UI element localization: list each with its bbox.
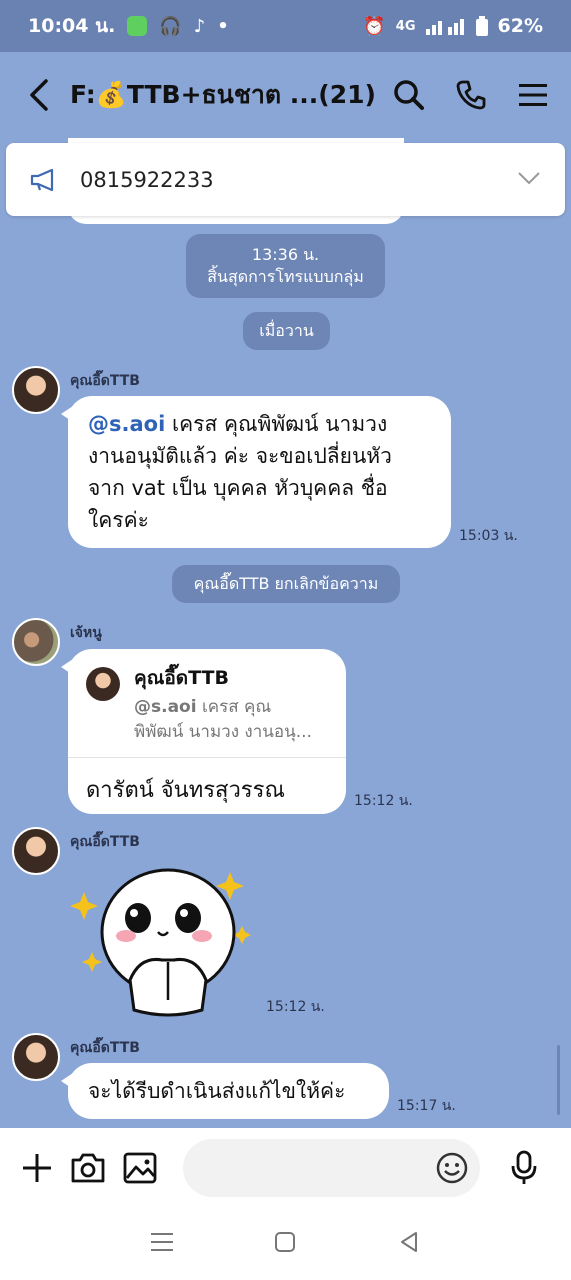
home-icon — [275, 1232, 296, 1252]
avatar[interactable] — [12, 618, 60, 666]
battery-icon — [475, 16, 488, 36]
recent-apps-icon — [150, 1233, 173, 1251]
home-button[interactable] — [274, 1231, 296, 1257]
quoted-message[interactable]: คุณอี๊ดTTB @s.aoi เครส คุณ พิพัฒน์ นามวง… — [68, 649, 346, 758]
message-time: 15:03 น. — [459, 528, 518, 544]
sender-name: คุณอี๊ดTTB — [70, 834, 140, 850]
sender-name: คุณอี๊ดTTB — [70, 1040, 140, 1056]
network-type: 4G — [395, 18, 416, 34]
phone-icon — [456, 80, 486, 110]
image-button[interactable] — [119, 1144, 161, 1192]
message-time: 15:12 น. — [266, 999, 325, 1015]
quoted-line: พิพัฒน์ นามวง งานอนุ... — [134, 722, 312, 742]
scrollbar[interactable] — [557, 1045, 560, 1115]
chat-header: F:💰TTB+ธนชาต ...(21) — [0, 52, 571, 138]
emoji-button[interactable] — [436, 1152, 468, 1184]
date-separator: เมื่อวาน — [243, 312, 330, 350]
status-time: 10:04 น. — [28, 15, 116, 37]
search-button[interactable] — [389, 75, 429, 115]
chevron-down-icon — [518, 172, 540, 185]
message-line: ใครค่ะ — [88, 508, 149, 532]
call-ended-text: สิ้นสุดการโทรแบบกลุ่ม — [207, 267, 364, 286]
back-button[interactable] — [18, 73, 62, 117]
chevron-left-icon — [30, 79, 48, 111]
mention[interactable]: @s.aoi — [88, 412, 165, 436]
emoji-icon — [436, 1152, 467, 1184]
status-bar: 10:04 น. 🎧 ♪ • ⏰ 4G 62% — [0, 0, 571, 52]
quoted-sender: คุณอี๊ดTTB — [134, 667, 229, 689]
nav-back-icon — [401, 1232, 418, 1252]
expand-announcement-button[interactable] — [517, 170, 541, 189]
message-text: จะได้รีบดำเนินส่งแก้ไขให้ค่ะ — [88, 1079, 346, 1103]
image-icon — [123, 1152, 157, 1184]
search-icon — [394, 80, 424, 110]
alarm-icon: ⏰ — [363, 15, 386, 37]
camera-button[interactable] — [68, 1144, 110, 1192]
unsent-notice: คุณอี๊ดTTB ยกเลิกข้อความ — [172, 565, 400, 603]
battery-level: 62% — [497, 15, 543, 37]
quoted-line: เครส คุณ — [196, 697, 272, 717]
hamburger-icon — [519, 84, 547, 106]
message-bubble[interactable]: จะได้รีบดำเนินส่งแก้ไขให้ค่ะ — [61, 1063, 389, 1119]
message-text: @s.aoi เครส คุณพิพัฒน์ นามวง งานอนุมัติแ… — [68, 396, 451, 548]
mic-icon — [511, 1150, 537, 1184]
unsent-text: คุณอี๊ดTTB ยกเลิกข้อความ — [193, 574, 379, 593]
message-time: 15:17 น. — [397, 1098, 456, 1114]
sender-name: คุณอี๊ดTTB — [70, 373, 140, 389]
nav-back-button[interactable] — [398, 1231, 420, 1257]
message-line: งานอนุมัติแล้ว ค่ะ จะขอเปลี่ยนหัว — [88, 444, 392, 468]
plus-icon — [22, 1154, 51, 1182]
announcement-banner[interactable]: 0815922233 — [6, 143, 565, 216]
chat-title: F:💰TTB+ธนชาต ...(21) — [70, 80, 376, 109]
message-input-bar — [0, 1128, 571, 1208]
call-ended-notice: 13:36 น. สิ้นสุดการโทรแบบกลุ่ม — [186, 234, 385, 298]
message-line: เครส คุณพิพัฒน์ นามวง — [165, 412, 388, 436]
signal-icon — [425, 19, 464, 35]
headphones-icon: 🎧 — [159, 15, 182, 37]
voice-button[interactable] — [504, 1144, 546, 1192]
system-navigation-bar — [0, 1208, 571, 1280]
message-line: จาก vat เป็น บุคคล หัวบุคคล ชื่อ — [88, 476, 388, 500]
app-notification-icon — [127, 16, 148, 36]
tiktok-icon: ♪ — [193, 15, 206, 37]
message-bubble[interactable]: @s.aoi เครส คุณพิพัฒน์ นามวง งานอนุมัติแ… — [61, 396, 451, 548]
add-button[interactable] — [16, 1144, 58, 1192]
message-time: 15:12 น. — [354, 793, 413, 809]
recent-apps-button[interactable] — [150, 1232, 173, 1256]
dot-icon: • — [217, 15, 229, 37]
avatar[interactable] — [12, 1033, 60, 1081]
sender-name: เจ้หนู — [70, 625, 102, 641]
avatar[interactable] — [12, 366, 60, 414]
cute-face-sticker[interactable] — [70, 860, 260, 1020]
reply-message-bubble[interactable]: คุณอี๊ดTTB @s.aoi เครส คุณ พิพัฒน์ นามวง… — [61, 649, 346, 814]
menu-button[interactable] — [513, 75, 553, 115]
message-text: ดารัตน์ จันทรสุวรรณ — [86, 778, 285, 803]
call-time: 13:36 น. — [251, 245, 320, 264]
camera-icon — [71, 1153, 105, 1183]
call-button[interactable] — [451, 75, 491, 115]
announcement-text: 0815922233 — [80, 167, 214, 192]
quoted-text: @s.aoi เครส คุณ พิพัฒน์ นามวง งานอนุ... — [134, 695, 312, 745]
quoted-mention: @s.aoi — [134, 697, 197, 717]
avatar[interactable] — [12, 827, 60, 875]
date-label: เมื่อวาน — [259, 321, 314, 340]
quoted-avatar — [86, 667, 120, 701]
megaphone-icon — [30, 168, 54, 191]
